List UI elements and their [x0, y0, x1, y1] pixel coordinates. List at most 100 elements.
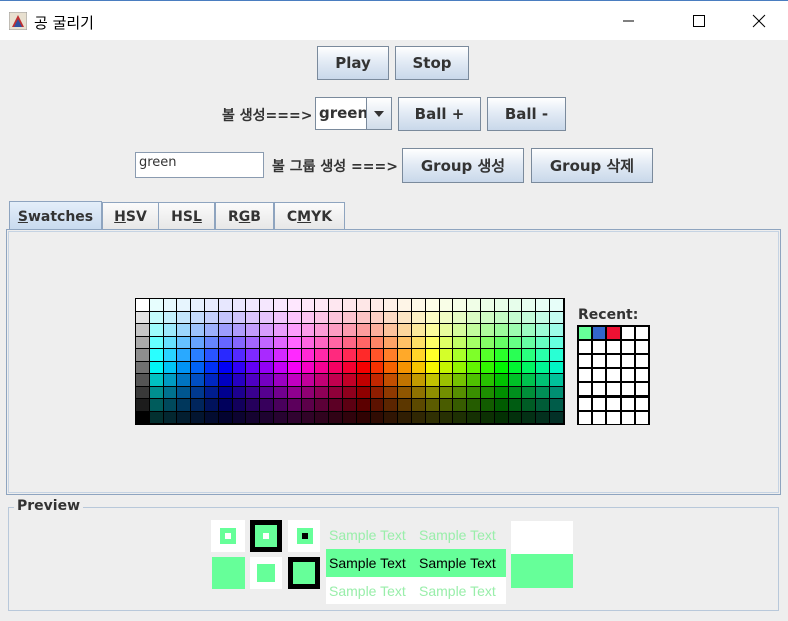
color-swatch[interactable] — [246, 374, 260, 386]
color-swatch[interactable] — [232, 386, 246, 398]
color-swatch[interactable] — [177, 386, 191, 398]
color-swatch[interactable] — [356, 299, 370, 311]
color-swatch[interactable] — [508, 386, 522, 398]
color-swatch[interactable] — [536, 324, 549, 336]
color-swatch[interactable] — [467, 336, 480, 348]
color-swatch[interactable] — [536, 336, 549, 348]
color-swatch[interactable] — [494, 349, 508, 361]
color-swatch[interactable] — [287, 324, 301, 336]
color-swatch[interactable] — [315, 411, 329, 423]
color-swatch[interactable] — [412, 336, 425, 348]
color-swatch[interactable] — [205, 374, 218, 386]
color-swatch[interactable] — [398, 324, 411, 336]
tab-hsl[interactable]: HS L — [158, 202, 215, 230]
recent-swatch[interactable] — [593, 341, 606, 354]
recent-swatch[interactable] — [607, 383, 620, 396]
color-swatch[interactable] — [301, 324, 315, 336]
color-swatch[interactable] — [205, 361, 218, 373]
color-swatch[interactable] — [315, 324, 329, 336]
color-swatch[interactable] — [136, 336, 149, 348]
color-swatch[interactable] — [467, 299, 480, 311]
color-swatch[interactable] — [136, 411, 149, 423]
group-create-button[interactable]: Group 생성 — [402, 148, 524, 183]
color-swatch[interactable] — [550, 349, 563, 361]
color-swatch[interactable] — [246, 361, 260, 373]
color-swatch[interactable] — [232, 349, 246, 361]
color-swatch[interactable] — [494, 411, 508, 423]
color-swatch[interactable] — [467, 324, 480, 336]
color-swatch[interactable] — [343, 299, 356, 311]
color-swatch[interactable] — [425, 386, 439, 398]
color-swatch[interactable] — [467, 349, 480, 361]
color-swatch[interactable] — [481, 349, 494, 361]
color-swatch[interactable] — [536, 311, 549, 323]
color-swatch[interactable] — [398, 399, 411, 411]
color-swatch[interactable] — [260, 361, 273, 373]
color-swatch[interactable] — [218, 299, 232, 311]
color-swatch[interactable] — [412, 399, 425, 411]
color-swatch[interactable] — [494, 299, 508, 311]
color-swatch[interactable] — [246, 349, 260, 361]
color-swatch[interactable] — [384, 299, 398, 311]
tab-rgb[interactable]: RGB — [215, 202, 274, 230]
color-swatch[interactable] — [177, 361, 191, 373]
color-swatch[interactable] — [287, 411, 301, 423]
color-swatch[interactable] — [205, 336, 218, 348]
color-swatch[interactable] — [163, 399, 177, 411]
color-swatch[interactable] — [522, 299, 536, 311]
ball-add-button[interactable]: Ball + — [398, 97, 481, 131]
color-swatch[interactable] — [384, 374, 398, 386]
color-swatch[interactable] — [412, 311, 425, 323]
color-swatch[interactable] — [274, 324, 287, 336]
color-swatch[interactable] — [218, 399, 232, 411]
color-swatch[interactable] — [370, 324, 384, 336]
color-swatch[interactable] — [370, 374, 384, 386]
color-swatch[interactable] — [412, 324, 425, 336]
color-swatch[interactable] — [232, 411, 246, 423]
recent-swatch[interactable] — [621, 397, 634, 410]
color-swatch[interactable] — [301, 374, 315, 386]
color-swatch[interactable] — [163, 361, 177, 373]
color-swatch[interactable] — [260, 386, 273, 398]
color-swatch[interactable] — [218, 361, 232, 373]
color-swatch[interactable] — [246, 386, 260, 398]
color-swatch[interactable] — [384, 411, 398, 423]
color-swatch[interactable] — [232, 374, 246, 386]
color-swatch[interactable] — [550, 399, 563, 411]
color-swatch[interactable] — [205, 386, 218, 398]
color-swatch[interactable] — [453, 399, 467, 411]
color-swatch[interactable] — [356, 349, 370, 361]
recent-swatch[interactable] — [635, 327, 648, 340]
color-swatch[interactable] — [136, 361, 149, 373]
color-swatch[interactable] — [301, 336, 315, 348]
color-swatch[interactable] — [494, 311, 508, 323]
color-swatch[interactable] — [191, 349, 204, 361]
color-swatch[interactable] — [274, 361, 287, 373]
color-swatch[interactable] — [136, 324, 149, 336]
color-swatch[interactable] — [232, 324, 246, 336]
color-swatch[interactable] — [163, 374, 177, 386]
color-swatch[interactable] — [481, 324, 494, 336]
color-swatch[interactable] — [439, 361, 453, 373]
color-swatch[interactable] — [370, 411, 384, 423]
color-swatch[interactable] — [205, 311, 218, 323]
color-swatch[interactable] — [218, 324, 232, 336]
color-swatch[interactable] — [163, 324, 177, 336]
color-swatch[interactable] — [412, 374, 425, 386]
color-swatch[interactable] — [260, 349, 273, 361]
color-swatch[interactable] — [439, 311, 453, 323]
color-swatch[interactable] — [550, 386, 563, 398]
color-swatch[interactable] — [481, 411, 494, 423]
color-swatch[interactable] — [536, 386, 549, 398]
recent-swatch[interactable] — [635, 383, 648, 396]
color-swatch[interactable] — [191, 374, 204, 386]
color-swatch[interactable] — [136, 299, 149, 311]
color-swatch[interactable] — [370, 361, 384, 373]
color-swatch[interactable] — [522, 386, 536, 398]
color-swatch[interactable] — [522, 361, 536, 373]
color-swatch[interactable] — [384, 311, 398, 323]
color-swatch[interactable] — [536, 299, 549, 311]
color-swatch[interactable] — [287, 374, 301, 386]
color-swatch[interactable] — [149, 311, 163, 323]
color-swatch[interactable] — [439, 336, 453, 348]
